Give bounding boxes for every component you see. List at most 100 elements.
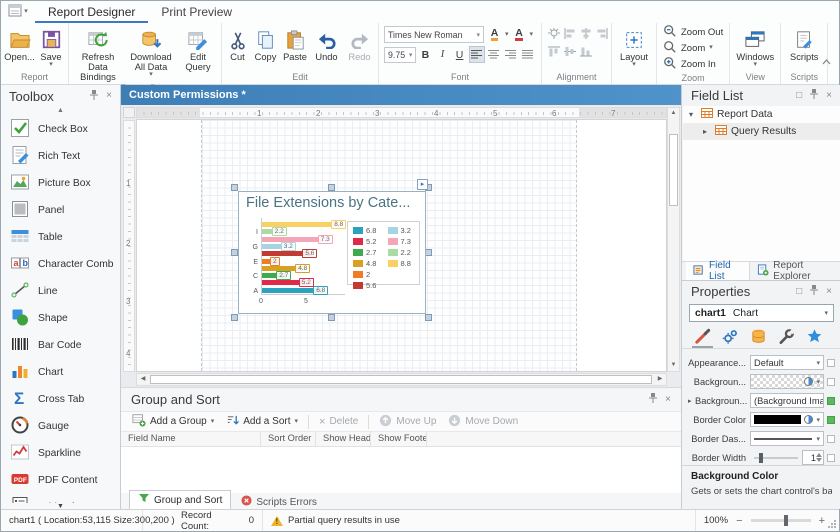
field-list-float-icon[interactable]: □ <box>796 91 802 101</box>
align-centers-icon[interactable] <box>580 28 592 42</box>
toolbox-item-rich-text[interactable]: Rich Text <box>1 143 120 170</box>
field-list-close-icon[interactable]: × <box>826 91 832 101</box>
zoom-out-button[interactable]: Zoom Out <box>659 24 727 40</box>
download-all-data-button[interactable]: Download All Data ▾ <box>125 25 177 82</box>
snap-to-grid-icon[interactable] <box>548 28 560 42</box>
design-horizontal-scrollbar[interactable]: ◀ ▶ <box>136 373 667 386</box>
align-bottoms-icon[interactable] <box>580 46 592 60</box>
favorites-tab-star-icon[interactable] <box>806 325 823 348</box>
tab-field-list[interactable]: Field List <box>686 262 750 280</box>
scroll-left-arrow[interactable]: ◀ <box>137 374 149 385</box>
toolbox-item-pdf-content[interactable]: PDFPDF Content <box>1 467 120 494</box>
vertical-scroll-thumb[interactable] <box>669 134 678 206</box>
toolbox-item-character-comb[interactable]: abCharacter Comb <box>1 251 120 278</box>
selected-control-dropdown[interactable]: chart1 Chart ▾ <box>689 304 834 322</box>
toolbox-item-shape[interactable]: Shape <box>1 305 120 332</box>
toolbox-pin-icon[interactable] <box>90 90 98 103</box>
copy-button[interactable]: Copy <box>251 25 280 71</box>
align-justify-button[interactable] <box>520 46 536 63</box>
move-up-button[interactable]: Move Up <box>374 413 441 431</box>
highlight-color-button[interactable]: A <box>485 26 504 43</box>
align-center-button[interactable] <box>486 46 502 63</box>
zoom-menu-button[interactable]: Zoom ▾ <box>659 40 727 56</box>
toolbox-close-icon[interactable]: × <box>106 91 112 101</box>
tab-report-designer[interactable]: Report Designer <box>35 1 148 23</box>
background-color-picker[interactable]: ▾ <box>750 374 824 389</box>
chart-control[interactable]: File Extensions by Cate... ACEGI056.85.2… <box>238 191 426 314</box>
delete-button[interactable]: × Delete <box>314 413 363 431</box>
column-show-header[interactable]: Show Header <box>316 432 371 446</box>
toolbox-item-line[interactable]: Line <box>1 278 120 305</box>
scripts-button[interactable]: Scripts <box>783 25 825 71</box>
tree-node-report-data[interactable]: ▾ Report Data <box>683 106 840 123</box>
ribbon-collapse-button[interactable] <box>822 56 831 68</box>
redo-button[interactable]: Redo <box>343 25 376 71</box>
align-tops-icon[interactable] <box>548 46 560 60</box>
column-show-footer[interactable]: Show Footer <box>371 432 427 446</box>
field-list-pin-icon[interactable] <box>810 89 818 102</box>
border-color-picker[interactable]: ▾ <box>750 412 824 427</box>
move-down-button[interactable]: Move Down <box>443 413 523 431</box>
selection-handle[interactable] <box>231 249 238 256</box>
resize-grip[interactable] <box>829 521 837 529</box>
app-menu-button[interactable]: ▾ <box>1 1 35 23</box>
toolbox-item-table[interactable]: Table <box>1 224 120 251</box>
properties-close-icon[interactable]: × <box>826 287 832 297</box>
zoom-in-button[interactable]: Zoom In <box>659 56 727 72</box>
border-width-slider[interactable] <box>754 457 798 459</box>
expand-row-chevron[interactable]: ▸ <box>688 397 695 405</box>
selection-handle[interactable] <box>425 314 432 321</box>
appearance-tab-brush-icon[interactable] <box>694 325 711 348</box>
undo-button[interactable]: Undo <box>310 25 343 71</box>
group-sort-close-icon[interactable]: × <box>665 395 671 405</box>
toolbox-item-bar-code[interactable]: Bar Code <box>1 332 120 359</box>
toolbox-item-sparkline[interactable]: Sparkline <box>1 440 120 467</box>
font-size-combo[interactable]: 9.75▾ <box>384 47 416 63</box>
column-sort-order[interactable]: Sort Order <box>261 432 316 446</box>
selection-handle[interactable] <box>231 184 238 191</box>
zoom-minus-button[interactable]: − <box>736 515 742 527</box>
design-vertical-scrollbar[interactable]: ▲ ▼ <box>667 107 680 372</box>
tab-report-explorer[interactable]: Report Explorer <box>750 262 840 280</box>
selection-handle[interactable] <box>425 249 432 256</box>
align-right-button[interactable] <box>503 46 519 63</box>
slider-thumb[interactable] <box>759 453 763 463</box>
toolbox-item-chart[interactable]: Chart <box>1 359 120 386</box>
group-sort-pin-icon[interactable] <box>649 393 657 406</box>
properties-float-icon[interactable]: □ <box>796 287 802 297</box>
align-left-button[interactable] <box>469 46 485 63</box>
align-lefts-icon[interactable] <box>564 28 576 42</box>
align-middles-icon[interactable] <box>564 46 576 60</box>
toolbox-item-panel[interactable]: Panel <box>1 197 120 224</box>
toolbox-item-check-box[interactable]: Check Box <box>1 116 120 143</box>
design-tab-wrench-icon[interactable] <box>778 325 795 348</box>
collapse-chevron-icon[interactable]: ▾ <box>689 110 697 119</box>
data-tab-database-icon[interactable] <box>750 325 767 348</box>
design-surface[interactable]: ▸ File Extensions by Cate... ACEGI056.85… <box>136 119 667 372</box>
cut-button[interactable]: Cut <box>224 25 251 71</box>
tab-print-preview[interactable]: Print Preview <box>148 1 245 23</box>
column-field-name[interactable]: Field Name <box>121 432 261 446</box>
selection-handle[interactable] <box>231 314 238 321</box>
font-name-combo[interactable]: Times New Roman▾ <box>384 26 484 43</box>
italic-button[interactable]: I <box>434 46 450 63</box>
selection-handle[interactable] <box>328 314 335 321</box>
group-sort-body[interactable] <box>121 447 681 493</box>
zoom-plus-button[interactable]: + <box>819 515 825 527</box>
toolbox-item-gauge[interactable]: Gauge <box>1 413 120 440</box>
behavior-tab-gears-icon[interactable] <box>722 325 739 348</box>
save-button[interactable]: Save ▾ <box>36 25 66 71</box>
edit-query-button[interactable]: Edit Query <box>177 25 219 82</box>
scroll-up-arrow[interactable]: ▲ <box>668 108 679 119</box>
background-image-field[interactable]: (Background Image) <box>750 393 824 408</box>
scroll-right-arrow[interactable]: ▶ <box>654 374 666 385</box>
properties-pin-icon[interactable] <box>810 285 818 298</box>
add-group-button[interactable]: Add a Group▾ <box>127 413 219 431</box>
font-color-caret[interactable]: ▾ <box>530 32 534 38</box>
zoom-slider[interactable] <box>751 519 811 522</box>
horizontal-scroll-thumb[interactable] <box>150 375 652 384</box>
tree-node-query-results[interactable]: ▸ Query Results <box>683 123 840 140</box>
layout-button[interactable]: Layout ▾ <box>614 25 654 71</box>
expand-chevron-icon[interactable]: ▸ <box>703 127 711 136</box>
smart-tag-button[interactable]: ▸ <box>417 179 428 190</box>
